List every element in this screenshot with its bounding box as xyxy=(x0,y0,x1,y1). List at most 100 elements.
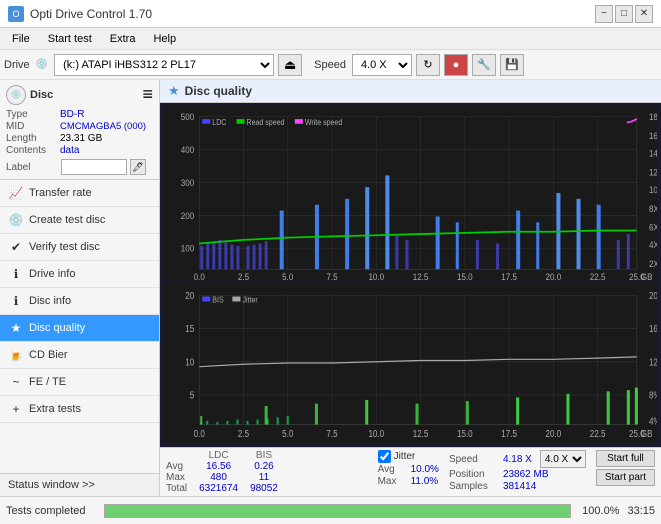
menu-file[interactable]: File xyxy=(4,31,38,47)
sidebar-item-extra-tests[interactable]: + Extra tests xyxy=(0,396,159,423)
chart1: 500 400 300 200 100 18X 16X 14X 12X 10X … xyxy=(164,105,657,281)
disc-section: 💿 Disc ≡ Type BD-R MID CMCMAGBA5 (000) L… xyxy=(0,80,159,180)
title-controls: − □ ✕ xyxy=(595,5,653,23)
disc-header: 💿 Disc ≡ xyxy=(6,84,153,105)
svg-text:7.5: 7.5 xyxy=(326,428,337,439)
fe-te-label: FE / TE xyxy=(29,376,66,388)
svg-text:300: 300 xyxy=(181,177,195,188)
stats-col-ldc: LDC xyxy=(193,450,244,461)
menu-extra[interactable]: Extra xyxy=(102,31,144,47)
stats-col-bis: BIS xyxy=(244,450,284,461)
svg-text:14X: 14X xyxy=(649,148,657,159)
svg-text:Write speed: Write speed xyxy=(305,117,342,127)
position-key: Position xyxy=(449,469,499,480)
stats-bar: LDC BIS Avg 16.56 0.26 Max 480 xyxy=(160,447,661,496)
maximize-button[interactable]: □ xyxy=(615,5,633,23)
jitter-avg-key: Avg xyxy=(378,464,408,475)
menu-bar: File Start test Extra Help xyxy=(0,28,661,50)
stats-total-bis: 98052 xyxy=(244,483,284,494)
sidebar-item-drive-info[interactable]: ℹ Drive info xyxy=(0,261,159,288)
drive-icon: 💿 xyxy=(36,59,48,70)
disc-type-val: BD-R xyxy=(60,109,84,120)
svg-text:5.0: 5.0 xyxy=(282,428,293,439)
menu-start-test[interactable]: Start test xyxy=(40,31,100,47)
speed-select[interactable]: 4.0 X 1.0 X 2.0 X 8.0 X xyxy=(352,54,412,76)
svg-text:Jitter: Jitter xyxy=(242,295,258,305)
disc-label: Disc xyxy=(30,89,53,101)
toolbar: Drive 💿 (k:) ATAPI iHBS312 2 PL17 ⏏ Spee… xyxy=(0,50,661,80)
transfer-rate-label: Transfer rate xyxy=(29,187,92,199)
disc-mid-row: MID CMCMAGBA5 (000) xyxy=(6,121,153,132)
start-full-button[interactable]: Start full xyxy=(596,450,655,467)
speed-select-stats[interactable]: 4.0 X xyxy=(540,450,586,468)
stats-total-row: Total 6321674 98052 xyxy=(166,483,284,494)
menu-help[interactable]: Help xyxy=(145,31,184,47)
samples-val: 381414 xyxy=(503,481,536,492)
svg-text:100: 100 xyxy=(181,243,195,254)
samples-key: Samples xyxy=(449,481,499,492)
position-row: Position 23862 MB xyxy=(449,469,586,480)
sidebar-item-verify-test-disc[interactable]: ✔ Verify test disc xyxy=(0,234,159,261)
sidebar-item-fe-te[interactable]: ~ FE / TE xyxy=(0,369,159,396)
disc-contents-val[interactable]: data xyxy=(60,145,79,156)
sidebar-item-disc-info[interactable]: ℹ Disc info xyxy=(0,288,159,315)
status-bar: Tests completed 100.0% 33:15 xyxy=(0,496,661,524)
progress-container xyxy=(104,504,571,518)
svg-text:12X: 12X xyxy=(649,167,657,178)
svg-text:20%: 20% xyxy=(649,290,657,301)
disc-icon: 💿 xyxy=(6,85,26,105)
disc-contents-row: Contents data xyxy=(6,145,153,156)
panel-title: Disc quality xyxy=(185,84,252,98)
minimize-button[interactable]: − xyxy=(595,5,613,23)
svg-text:15.0: 15.0 xyxy=(457,271,473,281)
speed-val: 4.18 X xyxy=(503,454,532,465)
drive-info-label: Drive info xyxy=(29,268,75,280)
stats-avg-ldc: 16.56 xyxy=(193,461,244,472)
chart2: 20 15 10 5 20% 16% 12% 8% 4% 0.0 2.5 5.0… xyxy=(164,283,657,443)
tools-button[interactable]: 🔧 xyxy=(472,54,496,76)
refresh-button[interactable]: ↻ xyxy=(416,54,440,76)
svg-text:10X: 10X xyxy=(649,184,657,195)
stats-total-ldc: 6321674 xyxy=(193,483,244,494)
disc-length-key: Length xyxy=(6,133,58,144)
settings-button[interactable]: ● xyxy=(444,54,468,76)
panel-icon: ★ xyxy=(168,83,180,99)
jitter-max-key: Max xyxy=(378,476,408,487)
drive-label: Drive xyxy=(4,59,30,71)
disc-info-icon: ℹ xyxy=(8,293,24,309)
svg-text:20.0: 20.0 xyxy=(546,428,562,439)
sidebar-item-disc-quality[interactable]: ★ Disc quality xyxy=(0,315,159,342)
sidebar-item-transfer-rate[interactable]: 📈 Transfer rate xyxy=(0,180,159,207)
start-part-button[interactable]: Start part xyxy=(596,469,655,486)
save-button[interactable]: 💾 xyxy=(500,54,524,76)
extra-tests-label: Extra tests xyxy=(29,403,81,415)
stats-max-row: Max 480 11 xyxy=(166,472,284,483)
disc-label-input[interactable] xyxy=(61,159,127,175)
eject-button[interactable]: ⏏ xyxy=(278,54,302,76)
disc-quality-icon: ★ xyxy=(8,320,24,336)
verify-test-disc-icon: ✔ xyxy=(8,239,24,255)
close-button[interactable]: ✕ xyxy=(635,5,653,23)
sidebar-item-create-test-disc[interactable]: 💿 Create test disc xyxy=(0,207,159,234)
svg-text:7.5: 7.5 xyxy=(326,271,337,281)
svg-text:15: 15 xyxy=(185,323,194,334)
svg-text:22.5: 22.5 xyxy=(590,271,606,281)
sidebar-item-cd-bier[interactable]: 🍺 CD Bier xyxy=(0,342,159,369)
svg-text:0.0: 0.0 xyxy=(194,428,205,439)
svg-text:GB: GB xyxy=(641,428,653,439)
stats-col-empty xyxy=(166,450,193,461)
svg-text:5.0: 5.0 xyxy=(282,271,293,281)
svg-text:12.5: 12.5 xyxy=(413,428,429,439)
svg-text:5: 5 xyxy=(190,390,194,401)
status-window-button[interactable]: Status window >> xyxy=(0,474,159,496)
disc-mid-val: CMCMAGBA5 (000) xyxy=(60,121,146,132)
jitter-section: Jitter Avg 10.0% Max 11.0% xyxy=(378,450,439,487)
disc-expand-icon[interactable]: ≡ xyxy=(142,84,153,105)
drive-select[interactable]: (k:) ATAPI iHBS312 2 PL17 xyxy=(54,54,274,76)
disc-label-btn[interactable]: 🖊 xyxy=(130,159,146,175)
svg-text:8X: 8X xyxy=(649,203,657,214)
jitter-checkbox[interactable] xyxy=(378,450,391,463)
status-section: Status window >> xyxy=(0,473,159,496)
stats-max-bis: 11 xyxy=(244,472,284,483)
disc-type-row: Type BD-R xyxy=(6,109,153,120)
